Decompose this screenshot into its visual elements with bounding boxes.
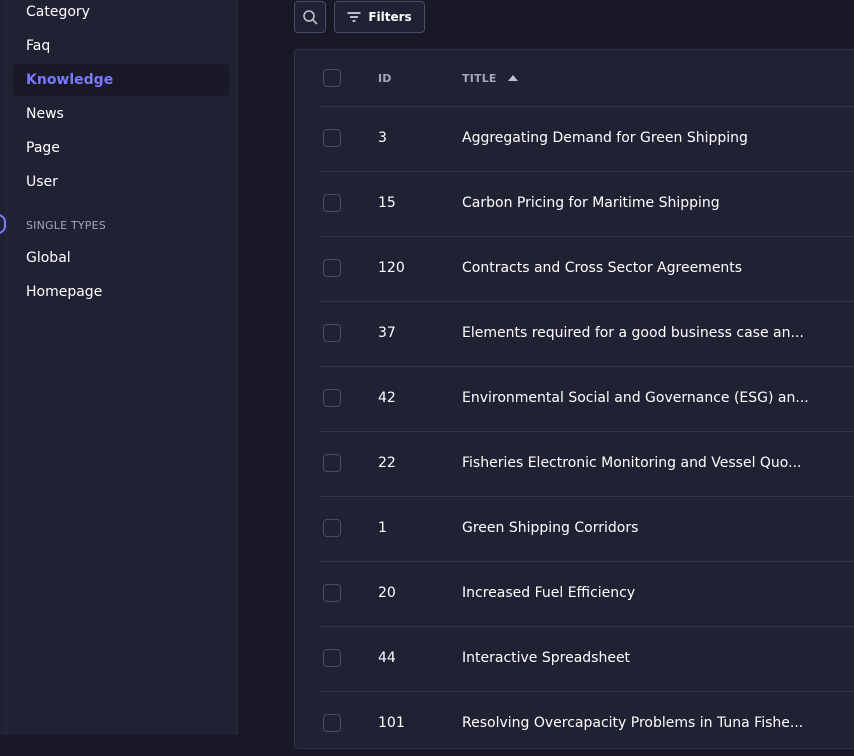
search-button[interactable] xyxy=(294,1,326,33)
sidebar-item-label: User xyxy=(26,174,58,190)
row-title: Green Shipping Corridors xyxy=(462,520,639,536)
sidebar-item-label: News xyxy=(26,106,64,122)
table-row[interactable]: 42 Environmental Social and Governance (… xyxy=(319,366,854,431)
sort-ascending-icon xyxy=(507,75,518,81)
row-id: 15 xyxy=(378,195,396,211)
sidebar-item-category[interactable]: Category xyxy=(13,0,229,28)
filters-button[interactable]: Filters xyxy=(334,1,425,33)
row-id: 101 xyxy=(378,715,405,731)
row-title: Fisheries Electronic Monitoring and Vess… xyxy=(462,455,802,471)
column-header-title[interactable]: TITLE xyxy=(462,72,519,85)
rail-indicator xyxy=(0,214,6,234)
table-row[interactable]: 22 Fisheries Electronic Monitoring and V… xyxy=(319,431,854,496)
sidebar-item-label: Homepage xyxy=(26,284,103,300)
row-checkbox[interactable] xyxy=(323,519,341,537)
table-row[interactable]: 101 Resolving Overcapacity Problems in T… xyxy=(319,691,854,756)
row-checkbox[interactable] xyxy=(323,584,341,602)
table-row[interactable]: 37 Elements required for a good business… xyxy=(319,301,854,366)
row-checkbox[interactable] xyxy=(323,129,341,147)
filters-label: Filters xyxy=(368,10,412,24)
row-title: Contracts and Cross Sector Agreements xyxy=(462,260,743,276)
row-checkbox[interactable] xyxy=(323,194,341,212)
row-id: 3 xyxy=(378,130,387,146)
table-row[interactable]: 20 Increased Fuel Efficiency xyxy=(319,561,854,626)
column-header-title-label: TITLE xyxy=(462,72,497,85)
sidebar-item-homepage[interactable]: Homepage xyxy=(13,276,229,308)
table-row[interactable]: 44 Interactive Spreadsheet xyxy=(319,626,854,691)
left-rail xyxy=(0,0,7,735)
column-header-id[interactable]: ID xyxy=(378,72,392,85)
row-title: Environmental Social and Governance (ESG… xyxy=(462,390,809,406)
content-type-sidebar: Category Faq Knowledge News Page User SI… xyxy=(7,0,238,735)
entries-table: ID TITLE 3 Aggregating Demand for Green … xyxy=(294,49,854,749)
row-checkbox[interactable] xyxy=(323,714,341,732)
sidebar-item-label: Knowledge xyxy=(26,72,114,88)
sidebar-item-label: Faq xyxy=(26,38,51,54)
row-id: 120 xyxy=(378,260,405,276)
row-id: 20 xyxy=(378,585,396,601)
row-title: Carbon Pricing for Maritime Shipping xyxy=(462,195,720,211)
sidebar-item-label: Global xyxy=(26,250,71,266)
table-row[interactable]: 15 Carbon Pricing for Maritime Shipping xyxy=(319,171,854,236)
row-title: Elements required for a good business ca… xyxy=(462,325,804,341)
row-checkbox[interactable] xyxy=(323,454,341,472)
row-id: 1 xyxy=(378,520,387,536)
single-types-heading: SINGLE TYPES xyxy=(26,219,106,232)
sidebar-item-page[interactable]: Page xyxy=(13,132,229,164)
row-id: 37 xyxy=(378,325,396,341)
sidebar-item-label: Category xyxy=(26,4,90,20)
sidebar-item-faq[interactable]: Faq xyxy=(13,30,229,62)
row-checkbox[interactable] xyxy=(323,324,341,342)
row-title: Increased Fuel Efficiency xyxy=(462,585,636,601)
row-checkbox[interactable] xyxy=(323,259,341,277)
row-checkbox[interactable] xyxy=(323,389,341,407)
row-title: Aggregating Demand for Green Shipping xyxy=(462,130,748,146)
table-row[interactable]: 120 Contracts and Cross Sector Agreement… xyxy=(319,236,854,301)
row-id: 42 xyxy=(378,390,396,406)
table-row[interactable]: 1 Green Shipping Corridors xyxy=(319,496,854,561)
table-row[interactable]: 3 Aggregating Demand for Green Shipping xyxy=(319,106,854,171)
row-title: Resolving Overcapacity Problems in Tuna … xyxy=(462,715,804,731)
row-id: 44 xyxy=(378,650,396,666)
search-icon xyxy=(303,10,318,25)
sidebar-item-user[interactable]: User xyxy=(13,166,229,198)
row-id: 22 xyxy=(378,455,396,471)
filter-icon xyxy=(347,12,361,22)
sidebar-item-knowledge[interactable]: Knowledge xyxy=(13,64,229,96)
sidebar-item-news[interactable]: News xyxy=(13,98,229,130)
select-all-checkbox[interactable] xyxy=(323,69,341,87)
sidebar-item-global[interactable]: Global xyxy=(13,242,229,274)
row-title: Interactive Spreadsheet xyxy=(462,650,631,666)
sidebar-item-label: Page xyxy=(26,140,60,156)
row-checkbox[interactable] xyxy=(323,649,341,667)
